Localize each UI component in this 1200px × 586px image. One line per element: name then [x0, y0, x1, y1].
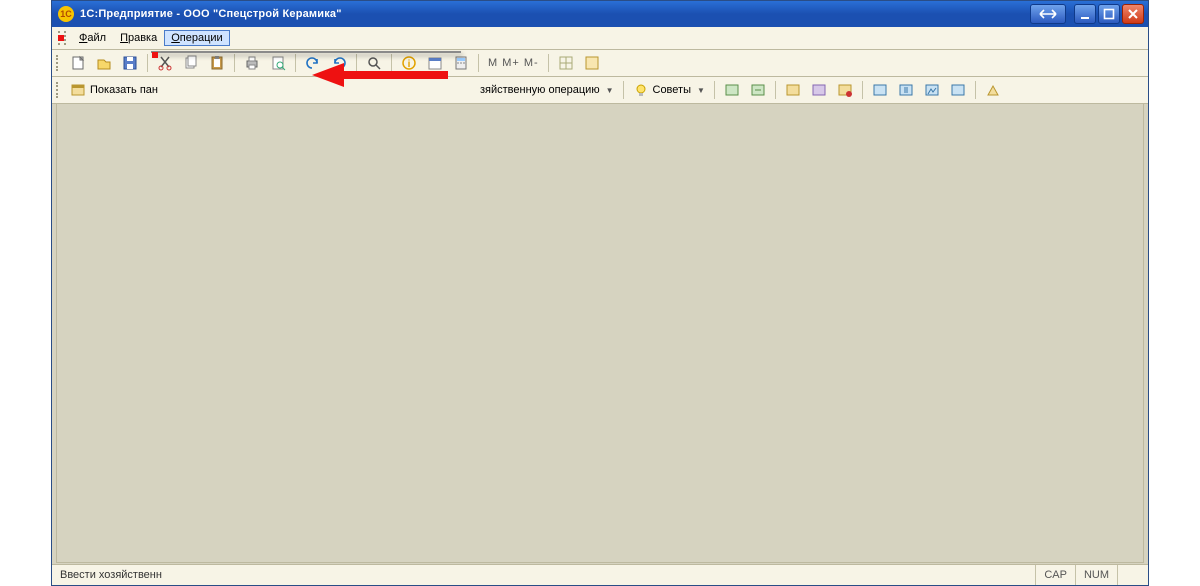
- menu-правка[interactable]: Правка: [113, 30, 164, 46]
- application-window: 1C 1С:Предприятие - ООО "Спецстрой Керам…: [51, 0, 1149, 586]
- separator: [975, 81, 976, 99]
- tips-button[interactable]: Советы ▼: [629, 79, 709, 101]
- enter-operation-button[interactable]: зяйственную операцию ▼: [476, 79, 618, 101]
- help-button[interactable]: i: [397, 51, 421, 75]
- status-num: NUM: [1075, 565, 1117, 585]
- separator: [775, 81, 776, 99]
- menu-файл[interactable]: Файл: [72, 30, 113, 46]
- icon-button-j[interactable]: [981, 78, 1005, 102]
- calc-button[interactable]: [449, 51, 473, 75]
- undo-button[interactable]: [301, 51, 325, 75]
- find-button[interactable]: [362, 51, 386, 75]
- separator: [295, 54, 296, 72]
- print-preview-button[interactable]: [266, 51, 290, 75]
- status-cap: CAP: [1035, 565, 1075, 585]
- app-icon: 1C: [58, 6, 74, 22]
- separator: [234, 54, 235, 72]
- maximize-button[interactable]: [1098, 4, 1120, 24]
- separator: [548, 54, 549, 72]
- toolbar-2: Показать пан зяйственную операцию ▼ Сове…: [52, 77, 1148, 104]
- enter-operation-label: зяйственную операцию: [480, 84, 600, 96]
- menu-операции[interactable]: Операции: [164, 30, 229, 46]
- icon-button-f[interactable]: [868, 78, 892, 102]
- title-bar: 1C 1С:Предприятие - ООО "Спецстрой Керам…: [52, 1, 1148, 27]
- separator: [714, 81, 715, 99]
- misc-button-1[interactable]: [554, 51, 578, 75]
- separator: [147, 54, 148, 72]
- toolbar-grip: [58, 31, 66, 45]
- tips-label: Советы: [653, 84, 691, 96]
- icon-button-d[interactable]: [807, 78, 831, 102]
- separator: [478, 54, 479, 72]
- separator: [862, 81, 863, 99]
- show-panel-label: Показать пан: [90, 84, 158, 96]
- show-panel-button[interactable]: Показать пан: [66, 79, 162, 101]
- open-button[interactable]: [92, 51, 116, 75]
- icon-button-b[interactable]: [746, 78, 770, 102]
- memory-indicator: M M+ M-: [484, 52, 543, 74]
- misc-button-2[interactable]: [580, 51, 604, 75]
- icon-button-i[interactable]: [946, 78, 970, 102]
- close-button[interactable]: [1122, 4, 1144, 24]
- toolbar-grip: [56, 55, 62, 71]
- icon-button-e[interactable]: [833, 78, 857, 102]
- memory-text: M M+ M-: [488, 57, 539, 69]
- panel-icon: [70, 82, 86, 98]
- chevron-down-icon: ▼: [697, 86, 705, 95]
- resize-horiz-button[interactable]: [1030, 4, 1066, 24]
- save-button[interactable]: [118, 51, 142, 75]
- status-hint: Ввести хозяйственн: [52, 569, 1035, 581]
- status-grip: [1117, 565, 1148, 585]
- toolbar-grip: [56, 82, 62, 98]
- print-button[interactable]: [240, 51, 264, 75]
- icon-button-c[interactable]: [781, 78, 805, 102]
- redo-button[interactable]: [327, 51, 351, 75]
- minimize-button[interactable]: [1074, 4, 1096, 24]
- menu-bar: ФайлПравкаОперации: [52, 27, 1148, 50]
- icon-button-h[interactable]: [920, 78, 944, 102]
- status-bar: Ввести хозяйственн CAP NUM: [52, 564, 1148, 585]
- copy-button[interactable]: [179, 51, 203, 75]
- icon-button-g[interactable]: [894, 78, 918, 102]
- bulb-icon: [633, 82, 649, 98]
- workspace: [56, 103, 1144, 563]
- window-title: 1С:Предприятие - ООО "Спецстрой Керамика…: [80, 8, 342, 20]
- cut-button[interactable]: [153, 51, 177, 75]
- icon-button-a[interactable]: [720, 78, 744, 102]
- paste-button[interactable]: [205, 51, 229, 75]
- new-button[interactable]: [66, 51, 90, 75]
- separator: [391, 54, 392, 72]
- svg-text:i: i: [408, 59, 411, 70]
- toolbar-1: i M M+ M-: [52, 50, 1148, 77]
- chevron-down-icon: ▼: [606, 86, 614, 95]
- separator: [623, 81, 624, 99]
- separator: [356, 54, 357, 72]
- calendar-button[interactable]: [423, 51, 447, 75]
- operations-dropdown: [151, 51, 461, 53]
